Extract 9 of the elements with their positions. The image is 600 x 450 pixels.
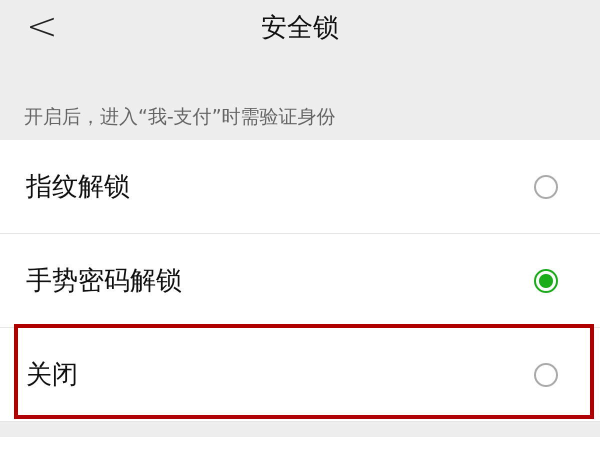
option-label[interactable]: 指纹解锁 <box>26 169 534 204</box>
radio-button[interactable] <box>534 268 558 292</box>
option-label[interactable]: 手势密码解锁 <box>26 263 534 298</box>
radio-button[interactable] <box>534 362 558 386</box>
radio-button[interactable] <box>534 174 558 198</box>
back-button[interactable]: < <box>22 6 62 46</box>
hint-text: 开启后，进入“我-支付”时需验证身份 <box>24 105 336 130</box>
page-title: 安全锁 <box>261 12 339 45</box>
option-label[interactable]: 关闭 <box>26 357 534 392</box>
